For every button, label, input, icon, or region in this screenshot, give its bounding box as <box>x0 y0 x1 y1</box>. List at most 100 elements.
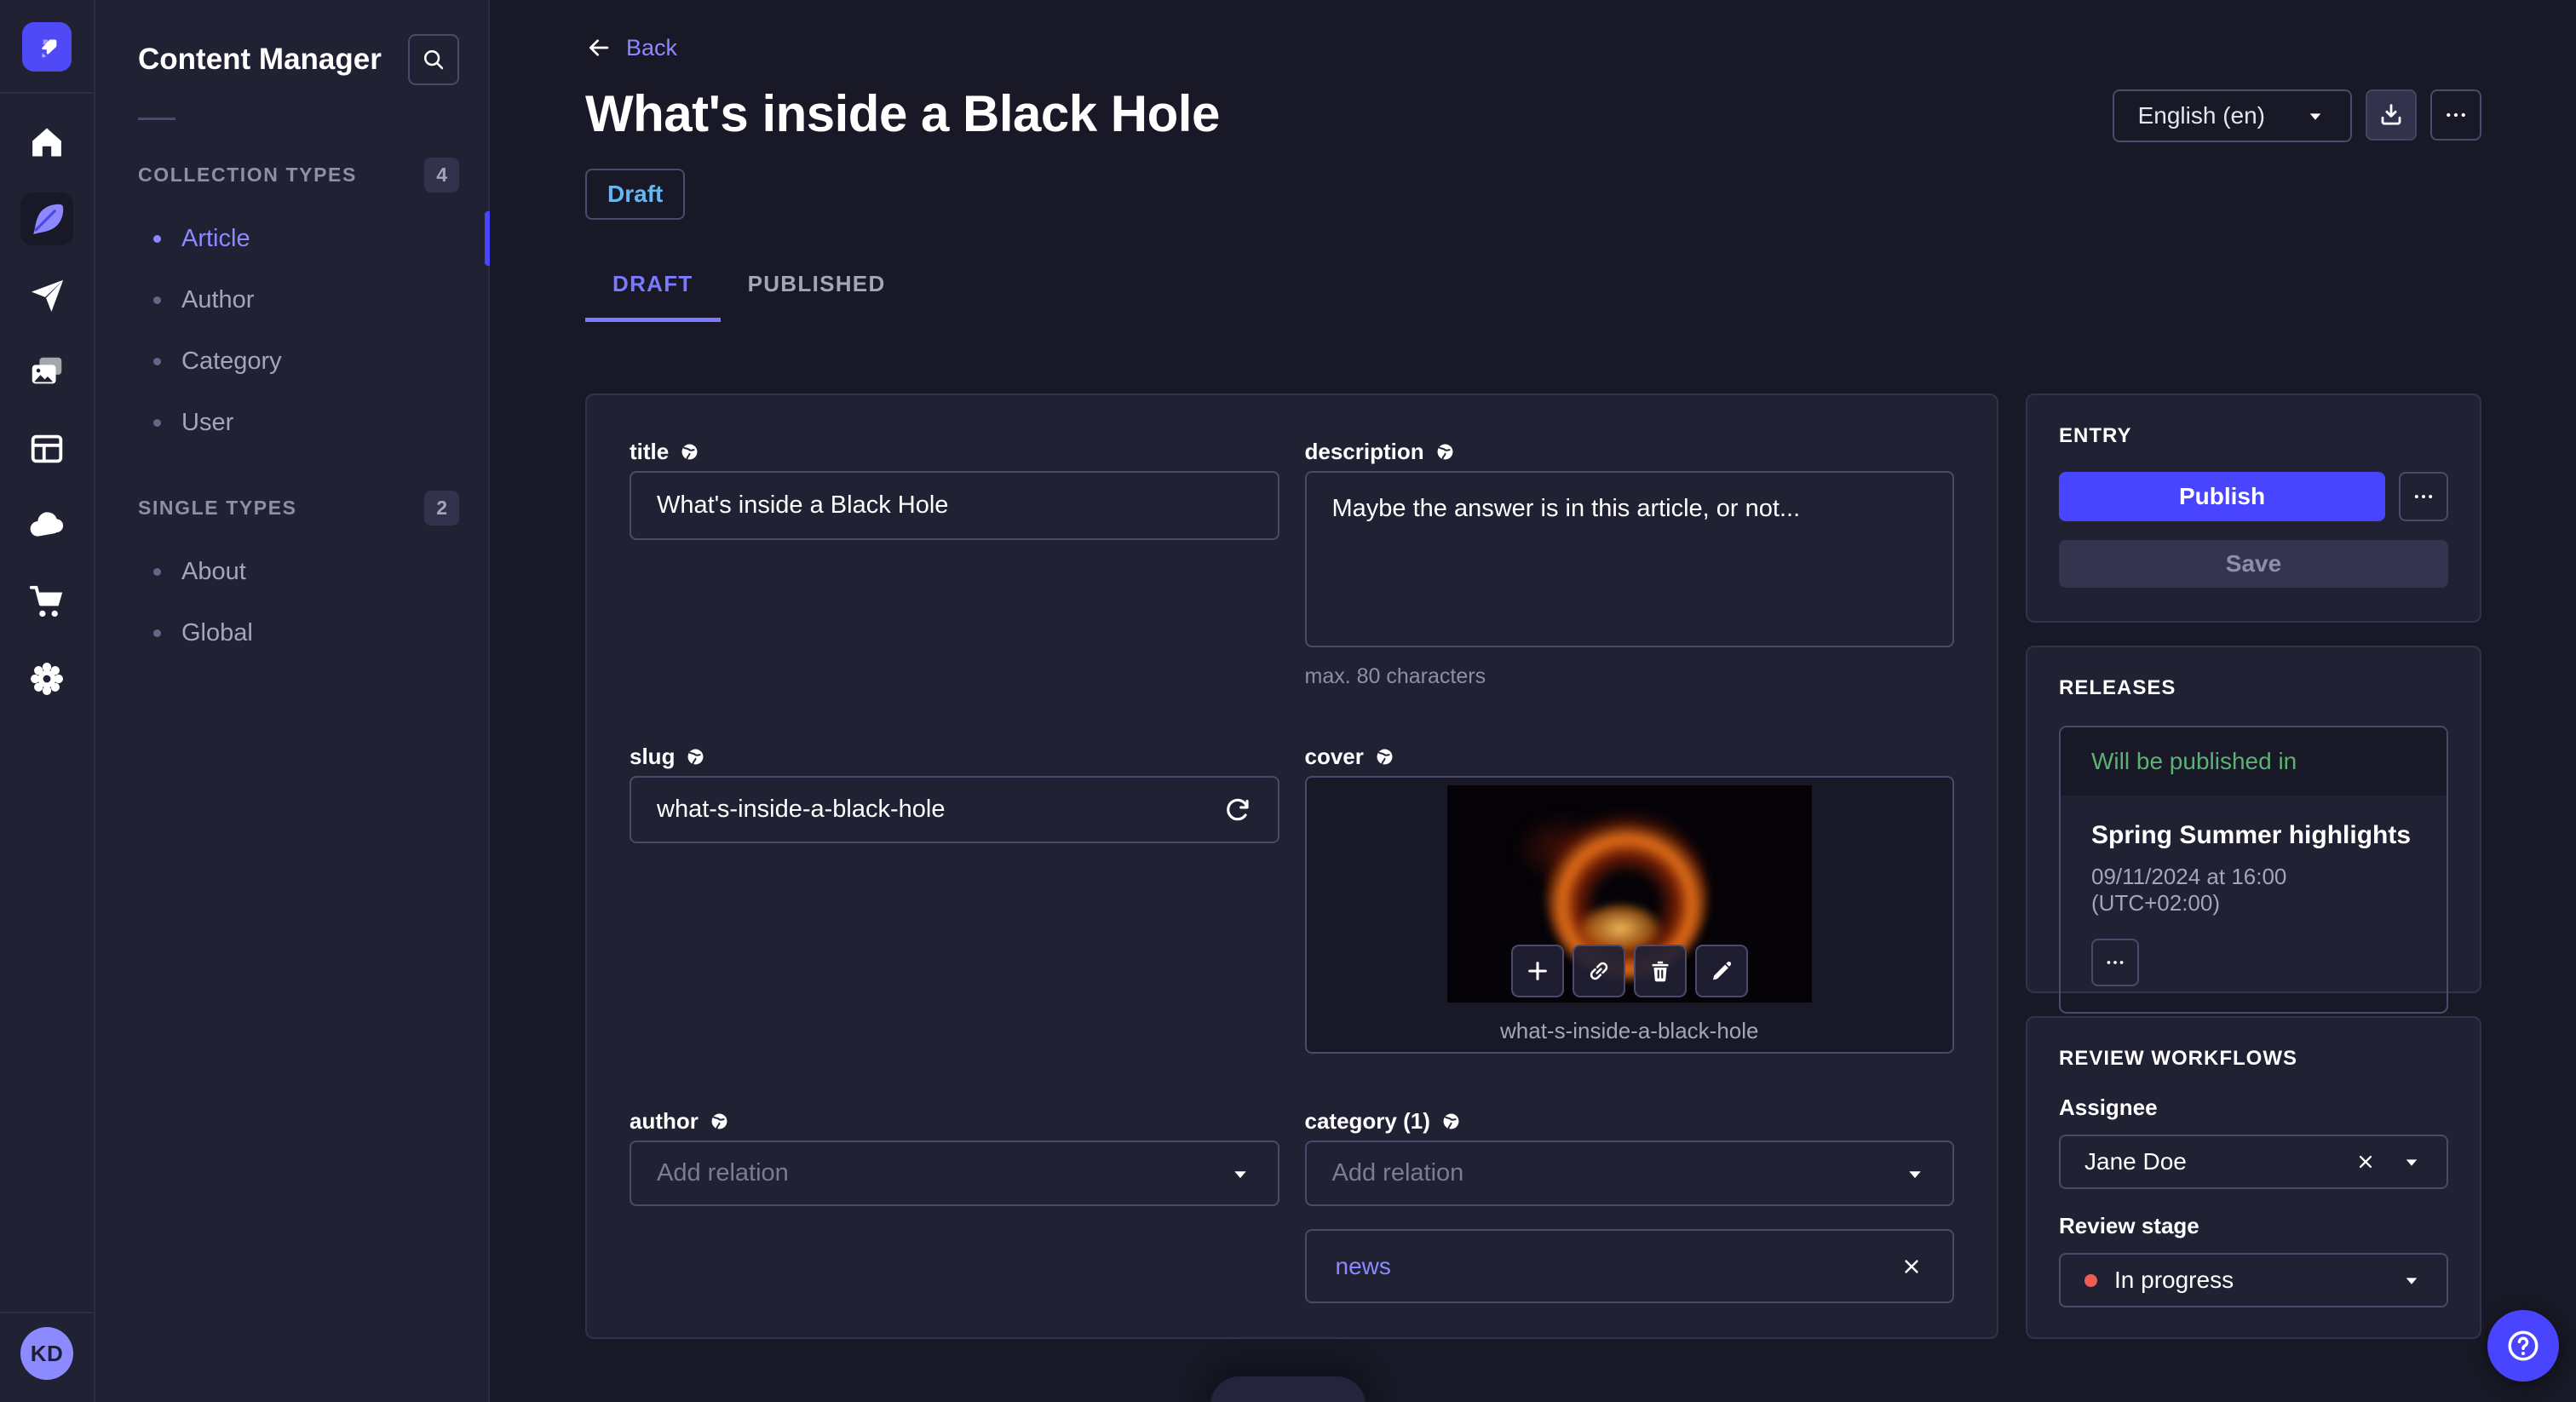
copy-link-button[interactable] <box>1572 945 1625 997</box>
strapi-logo[interactable] <box>22 22 72 72</box>
entry-heading: ENTRY <box>2059 424 2132 447</box>
clear-icon[interactable] <box>2355 1151 2377 1173</box>
releases-heading: RELEASES <box>2059 676 2176 699</box>
sidebar-divider <box>138 118 175 120</box>
sidebar-item-global[interactable]: Global <box>95 602 488 664</box>
review-stage-select[interactable]: In progress <box>2059 1253 2448 1307</box>
gear-icon[interactable] <box>20 652 73 705</box>
sidebar-item-category[interactable]: Category <box>95 330 488 392</box>
main-content: Back What's inside a Black Hole English … <box>490 0 2576 1402</box>
release-card: Will be published in Spring Summer highl… <box>2059 726 2448 1014</box>
field-label: category (1) <box>1304 1107 1430 1134</box>
regenerate-icon[interactable] <box>1223 796 1252 825</box>
release-status: Will be published in <box>2061 727 2447 796</box>
bottom-pill[interactable] <box>1210 1376 1366 1402</box>
globe-icon <box>1435 441 1456 463</box>
draft-published-tabs: DRAFT PUBLISHED <box>585 271 2481 322</box>
entry-more-button[interactable] <box>2399 472 2448 521</box>
rail-bottom-divider <box>0 1312 95 1313</box>
slug-input[interactable]: what-s-inside-a-black-hole <box>630 776 1279 843</box>
relation-link[interactable]: news <box>1336 1253 1391 1280</box>
select-placeholder: Add relation <box>657 1159 789 1187</box>
add-media-button[interactable] <box>1510 945 1564 997</box>
review-workflows-panel: REVIEW WORKFLOWS Assignee Jane Doe Revie… <box>2026 1016 2481 1339</box>
sidebar-item-label: User <box>181 408 234 436</box>
cover-media-box: what-s-inside-a-black-hole <box>1304 776 1954 1054</box>
bullet-icon <box>153 357 161 365</box>
select-placeholder: Add relation <box>1331 1159 1464 1187</box>
description-hint: max. 80 characters <box>1304 664 1486 688</box>
description-input[interactable]: Maybe the answer is in this article, or … <box>1304 471 1954 647</box>
release-more-button[interactable] <box>2091 939 2139 986</box>
collection-types-section: COLLECTION TYPES 4 Article Author Catego… <box>95 158 490 453</box>
locale-select[interactable]: English (en) <box>2112 89 2352 142</box>
page-title: What's inside a Black Hole <box>585 85 1220 142</box>
releases-panel: RELEASES Will be published in Spring Sum… <box>2026 646 2481 1014</box>
tab-label: PUBLISHED <box>747 271 886 296</box>
cloud-icon[interactable] <box>20 499 73 552</box>
content-manager-icon[interactable] <box>20 192 73 245</box>
sidebar-item-label: About <box>181 557 246 585</box>
dots-icon <box>2412 485 2435 509</box>
cart-icon[interactable] <box>20 576 73 629</box>
entry-sidebar: ENTRY Publish Save RELEASES Will be publ… <box>2026 394 2481 1339</box>
send-icon[interactable] <box>20 269 73 322</box>
publish-button[interactable]: Publish <box>2059 472 2385 521</box>
pencil-icon <box>1709 958 1734 984</box>
title-input[interactable]: What's inside a Black Hole <box>630 471 1279 540</box>
assignee-select[interactable]: Jane Doe <box>2059 1135 2448 1189</box>
status-badge: Draft <box>585 169 686 220</box>
back-label: Back <box>626 34 678 60</box>
link-icon <box>1586 958 1612 984</box>
content-manager-sidebar: Content Manager COLLECTION TYPES 4 Artic… <box>95 0 490 1402</box>
home-icon[interactable] <box>20 116 73 169</box>
field-label: description <box>1304 438 1424 464</box>
description-field: description Maybe the answer is in this … <box>1304 436 1954 689</box>
globe-icon <box>679 441 700 463</box>
cover-field: cover what-s-inside-a-black-hole <box>1304 741 1954 1054</box>
tab-draft[interactable]: DRAFT <box>585 271 721 322</box>
section-count-badge: 4 <box>424 158 459 192</box>
sidebar-item-user[interactable]: User <box>95 392 488 453</box>
close-icon[interactable] <box>1900 1255 1923 1278</box>
tab-published[interactable]: PUBLISHED <box>721 271 913 322</box>
slug-field: slug what-s-inside-a-black-hole <box>630 741 1279 1054</box>
category-relation-select[interactable]: Add relation <box>1304 1141 1954 1206</box>
single-types-section: SINGLE TYPES 2 About Global <box>95 491 488 664</box>
author-relation-select[interactable]: Add relation <box>630 1141 1279 1206</box>
bullet-icon <box>153 234 161 243</box>
media-library-icon[interactable] <box>20 346 73 399</box>
dots-icon <box>2104 951 2126 974</box>
search-button[interactable] <box>408 34 459 85</box>
locale-value: English (en) <box>2137 102 2265 129</box>
sidebar-item-article[interactable]: Article <box>95 208 490 269</box>
edit-media-button[interactable] <box>1694 945 1748 997</box>
layout-icon[interactable] <box>20 422 73 475</box>
chevron-down-icon <box>2401 1269 2423 1291</box>
globe-icon <box>709 1111 730 1132</box>
sidebar-item-author[interactable]: Author <box>95 269 488 330</box>
save-button[interactable]: Save <box>2059 540 2448 588</box>
question-icon <box>2504 1327 2542 1365</box>
plus-icon <box>1524 957 1551 985</box>
assignee-value: Jane Doe <box>2084 1148 2187 1175</box>
help-button[interactable] <box>2487 1310 2559 1382</box>
back-link[interactable]: Back <box>585 34 677 61</box>
release-name: Spring Summer highlights <box>2091 821 2412 849</box>
delete-media-button[interactable] <box>1633 945 1687 997</box>
sidebar-item-label: Category <box>181 347 282 375</box>
dots-icon <box>2443 102 2469 128</box>
field-label: cover <box>1304 743 1364 769</box>
download-button[interactable] <box>2366 89 2417 141</box>
bullet-icon <box>153 629 161 637</box>
bullet-icon <box>153 296 161 304</box>
main-nav-rail: KD <box>0 0 95 1402</box>
app-window: KD Content Manager COLLECTION TYPES 4 Ar… <box>0 0 2576 1402</box>
more-options-button[interactable] <box>2430 89 2481 141</box>
category-relation-item: news <box>1304 1229 1954 1303</box>
cover-image[interactable] <box>1446 785 1812 1003</box>
user-avatar[interactable]: KD <box>20 1327 73 1380</box>
globe-icon <box>1374 746 1395 767</box>
sidebar-item-about[interactable]: About <box>95 541 488 602</box>
release-date: 09/11/2024 at 16:00 (UTC+02:00) <box>2091 864 2287 916</box>
